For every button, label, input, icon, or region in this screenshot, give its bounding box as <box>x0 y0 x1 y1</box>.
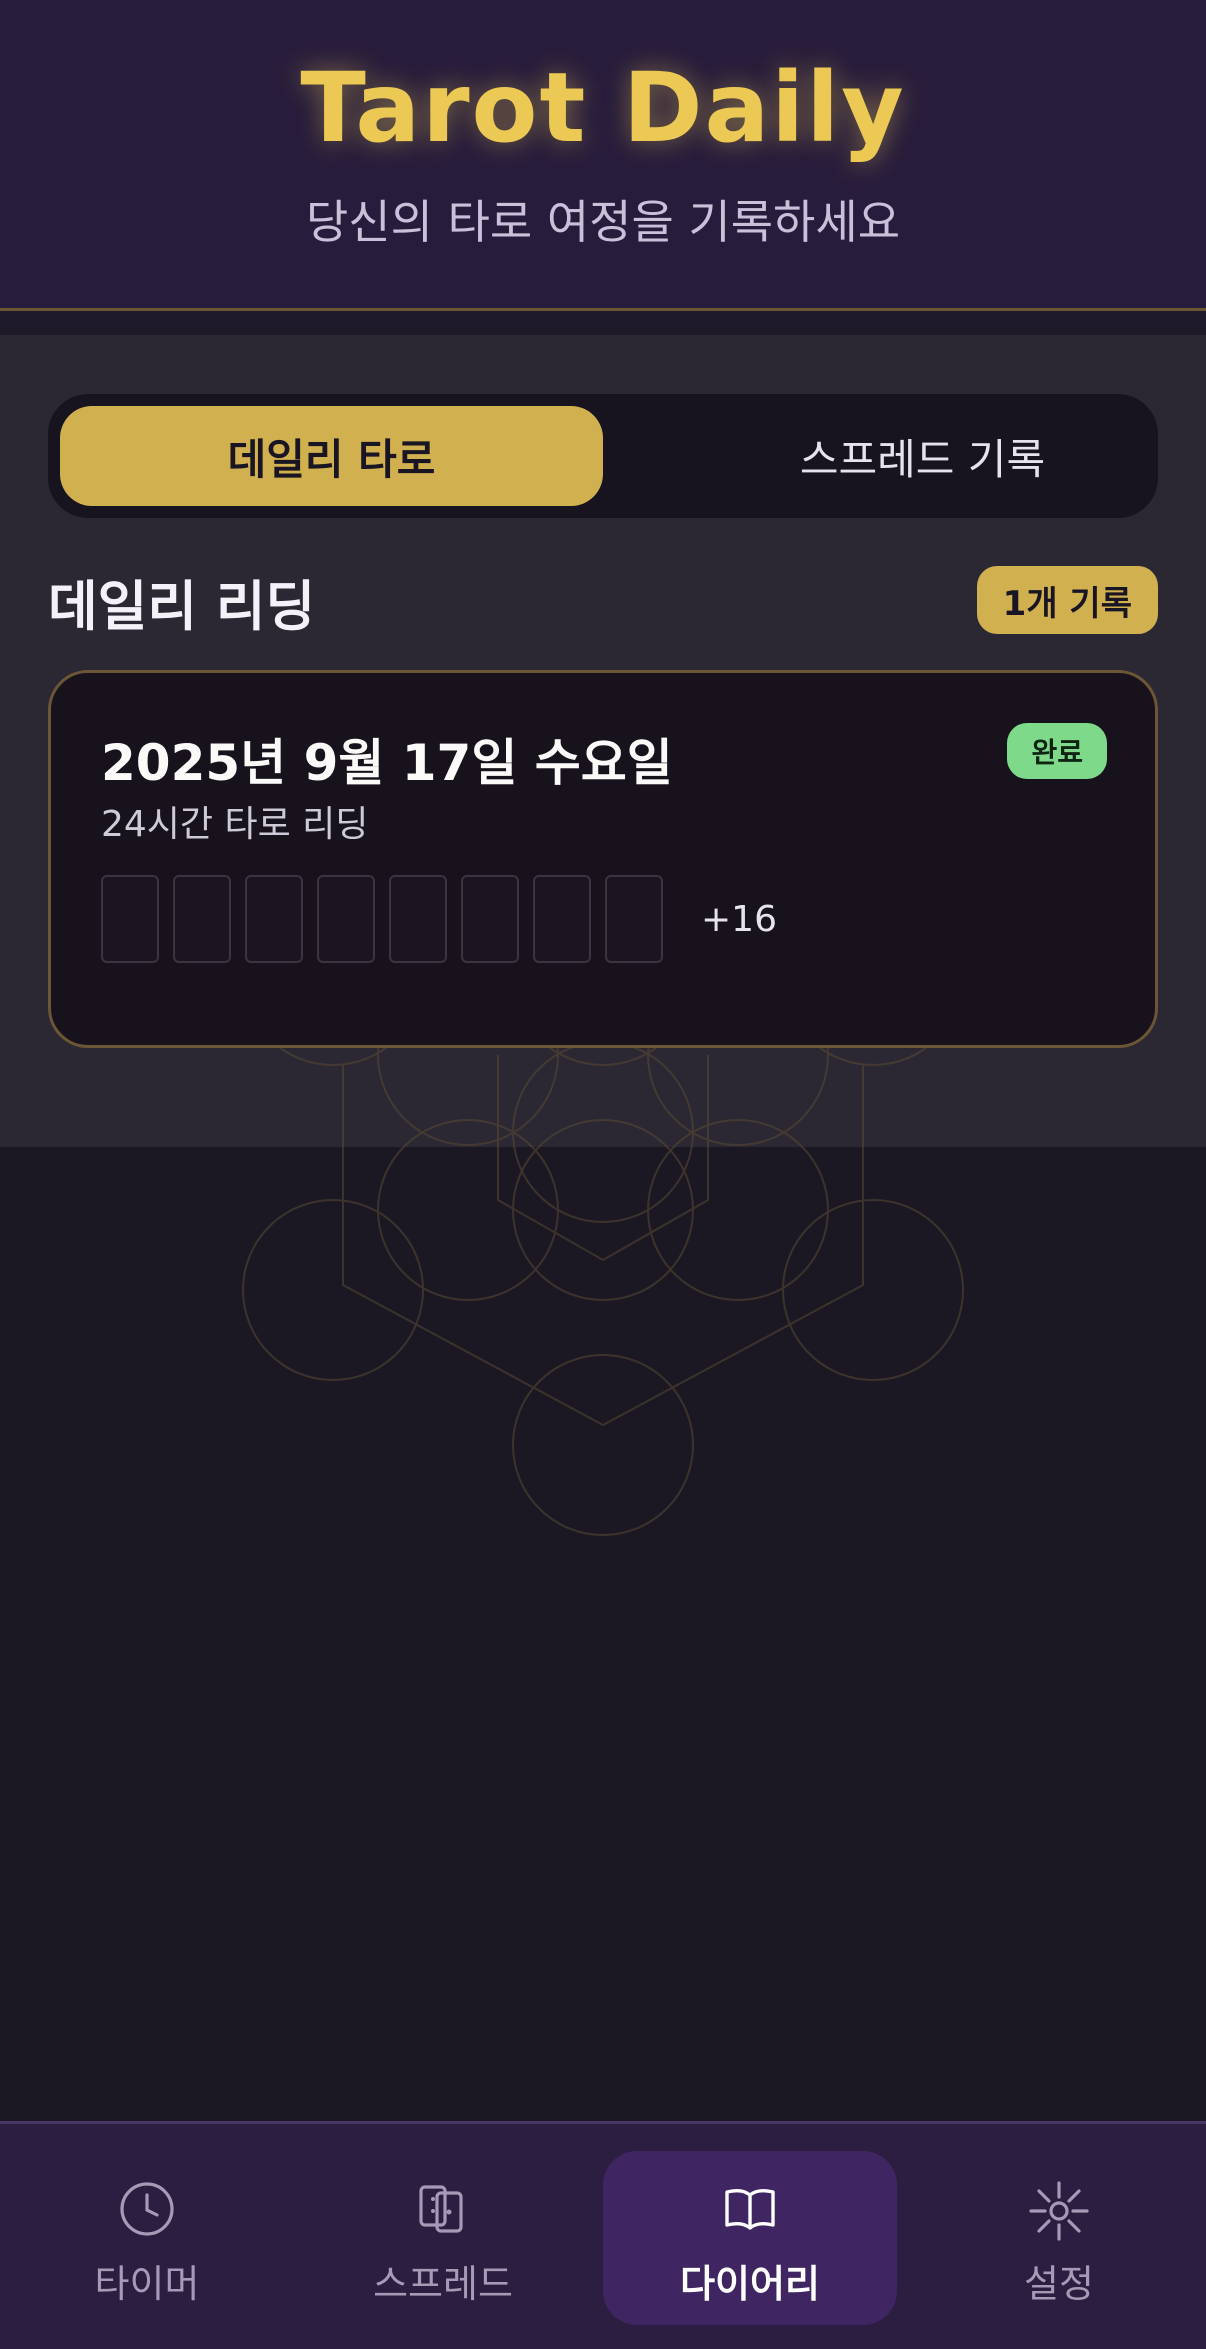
card-thumbnail <box>461 875 519 963</box>
card-thumbnail <box>101 875 159 963</box>
cards-icon <box>419 2185 463 2233</box>
card-thumbnail <box>533 875 591 963</box>
nav-label-timer: 타이머 <box>94 2262 200 2306</box>
app-header: Tarot Daily 당신의 타로 여정을 기록하세요 <box>0 0 1206 311</box>
tab-daily-tarot[interactable]: 데일리 타로 <box>60 406 603 506</box>
more-cards-count: +16 <box>701 898 777 940</box>
reading-entry-card[interactable]: 2025년 9월 17일 수요일 완료 24시간 타로 리딩 +16 <box>48 670 1158 1048</box>
nav-label-spread: 스프레드 <box>373 2262 513 2306</box>
book-icon <box>725 2189 775 2230</box>
clock-icon <box>120 2182 174 2236</box>
header-divider <box>0 311 1206 335</box>
nav-item-spread[interactable]: 스프레드 <box>296 2151 590 2325</box>
nav-item-timer[interactable]: 타이머 <box>0 2151 294 2325</box>
status-badge: 완료 <box>1007 723 1107 779</box>
section-title: 데일리 리딩 <box>48 575 316 638</box>
card-thumbnail <box>245 875 303 963</box>
card-thumbnail <box>605 875 663 963</box>
nav-item-diary[interactable]: 다이어리 <box>603 2151 897 2325</box>
bottom-navigation: 타이머 스프레드 다이어리 설정 <box>0 2121 1206 2349</box>
nav-label-settings: 설정 <box>1024 2262 1094 2306</box>
card-thumbnail <box>173 875 231 963</box>
card-thumbnail <box>317 875 375 963</box>
card-thumbnails: +16 <box>101 873 777 965</box>
app-screen: Tarot Daily 당신의 타로 여정을 기록하세요 데일리 타로 스프레드… <box>0 0 1206 2349</box>
app-title: Tarot Daily <box>300 52 906 164</box>
app-subtitle: 당신의 타로 여정을 기록하세요 <box>305 195 901 249</box>
nav-label-diary: 다이어리 <box>680 2262 820 2306</box>
tab-spread-records[interactable]: 스프레드 기록 <box>651 406 1194 506</box>
entry-date: 2025년 9월 17일 수요일 <box>101 734 673 792</box>
segmented-tabs: 데일리 타로 스프레드 기록 <box>48 394 1158 518</box>
entry-subtitle: 24시간 타로 리딩 <box>101 804 369 845</box>
sun-icon <box>1029 2181 1089 2241</box>
card-thumbnail <box>389 875 447 963</box>
record-count-badge: 1개 기록 <box>976 566 1158 634</box>
nav-item-settings[interactable]: 설정 <box>912 2151 1206 2325</box>
